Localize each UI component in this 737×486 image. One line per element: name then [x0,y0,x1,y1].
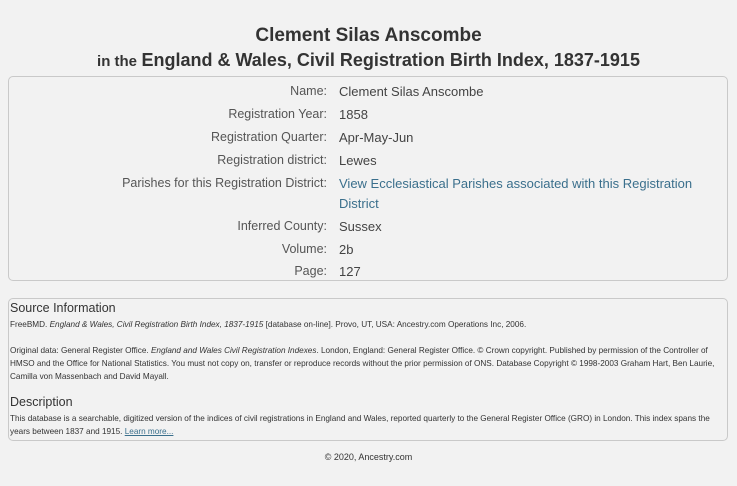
parishes-link[interactable]: View Ecclesiastical Parishes associated … [339,176,692,211]
detail-label: Page: [294,264,327,278]
detail-value: Apr-May-Jun [339,130,414,145]
source-information-panel: Source Information FreeBMD. England & Wa… [8,298,728,441]
collection-title-line: in the England & Wales, Civil Registrati… [0,49,737,73]
detail-value: Clement Silas Anscombe [339,84,484,99]
source-heading: Source Information [10,301,116,315]
footer-copyright: © 2020, Ancestry.com [324,452,413,462]
source-citation: FreeBMD. England & Wales, Civil Registra… [10,318,726,331]
detail-value: View Ecclesiastical Parishes associated … [339,174,714,214]
detail-label: Registration district: [217,153,327,167]
detail-label: Registration Quarter: [210,130,327,144]
original-title: England and Wales Civil Registration Ind… [150,346,317,355]
description-body: This database is a searchable, digitized… [10,414,710,436]
detail-label: Inferred County: [237,219,327,233]
detail-value: 1858 [339,107,368,122]
description-heading: Description [10,395,73,409]
detail-label: Registration Year: [228,107,327,121]
record-page: Clement Silas Anscombe in the England & … [0,0,737,486]
person-name-title: Clement Silas Anscombe [255,25,482,46]
detail-value: Sussex [339,219,382,234]
collection-title: England & Wales, Civil Registration Birt… [141,50,640,70]
detail-label: Volume: [281,242,327,256]
detail-value: 2b [339,242,354,257]
original-prefix: Original data: General Register Office. [10,346,151,355]
detail-label: Name: [290,84,327,98]
citation-prefix: FreeBMD. [10,320,50,329]
original-data-text: Original data: General Register Office. … [10,344,726,383]
record-details-panel: Name: Clement Silas Anscombe Registratio… [8,76,728,281]
detail-label: Parishes for this Registration District: [122,176,327,190]
in-the-text: in the [97,53,138,70]
description-text: This database is a searchable, digitized… [10,412,726,438]
detail-value: 127 [339,264,361,279]
learn-more-link[interactable]: Learn more... [125,427,174,436]
record-title: Clement Silas Anscombe in the England & … [0,0,737,73]
citation-suffix: [database on-line]. Provo, UT, USA: Ance… [263,320,527,329]
citation-title: England & Wales, Civil Registration Birt… [49,320,264,329]
detail-value: Lewes [339,153,377,168]
